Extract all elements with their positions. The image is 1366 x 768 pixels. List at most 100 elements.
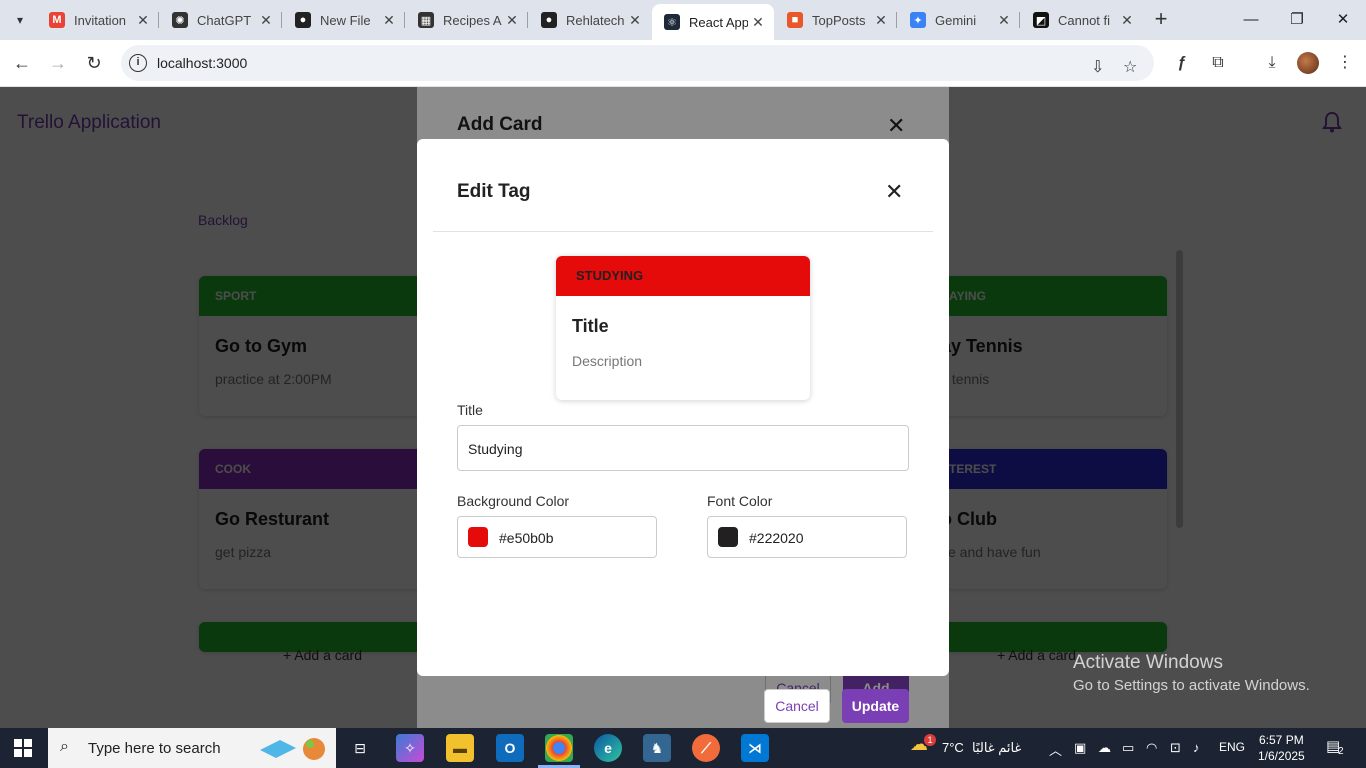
back-button[interactable]: ← [9, 50, 35, 76]
menu-kebab-icon[interactable]: ⋮ [1333, 51, 1357, 75]
tab-app[interactable]: ▦ Recipes A ✕ [406, 4, 528, 36]
url-text[interactable]: localhost:3000 [157, 55, 247, 71]
clock-time: 6:57 PM [1259, 733, 1304, 747]
weather-badge: 1 [924, 734, 936, 746]
preview-tag: STUDYING [556, 256, 810, 296]
tab-separator [281, 12, 282, 28]
edit-tag-modal-title: Edit Tag [457, 181, 531, 202]
window-close-icon[interactable]: ✕ [1328, 6, 1358, 34]
notion-icon: ◩ [1033, 12, 1049, 28]
tab-title: ChatGPT [197, 12, 252, 28]
update-button[interactable]: Update [842, 689, 909, 723]
tab-close-icon[interactable]: ✕ [871, 12, 891, 29]
tab-title: React App [689, 14, 748, 30]
tab-close-icon[interactable]: ✕ [748, 14, 768, 31]
tab-chatgpt[interactable]: ✺ ChatGPT ✕ [160, 4, 282, 36]
onedrive-icon[interactable]: ☁ [1098, 740, 1111, 756]
tab-search-chevron-icon[interactable]: ▾ [8, 8, 32, 32]
outlook-icon[interactable]: O [496, 734, 524, 762]
tab-gmail[interactable]: M Invitation ✕ [37, 4, 159, 36]
downloads-icon[interactable]: ⤓ [1260, 51, 1284, 75]
reload-button[interactable]: ↻ [81, 50, 107, 76]
minimize-icon[interactable]: — [1236, 6, 1266, 34]
edit-tag-modal: Edit Tag ✕ STUDYING Title Description Ti… [417, 139, 949, 723]
font-color-value[interactable]: #222020 [749, 530, 804, 546]
chevron-up-icon[interactable]: ︿ [1049, 740, 1062, 759]
windows-start-icon[interactable] [14, 739, 32, 757]
tab-separator [527, 12, 528, 28]
cancel-button[interactable]: Cancel [764, 689, 830, 723]
tab-separator [896, 12, 897, 28]
app-icon: ▦ [418, 12, 434, 28]
tab-close-icon[interactable]: ✕ [133, 12, 153, 29]
network-icon[interactable]: ⊡ [1170, 740, 1181, 756]
react-icon: ⚛ [664, 14, 680, 30]
wifi-icon[interactable]: ◠ [1146, 740, 1157, 756]
forward-button[interactable]: → [45, 50, 71, 76]
tab-github[interactable]: ● New File ✕ [283, 4, 405, 36]
meet-now-icon[interactable]: ▣ [1074, 740, 1086, 756]
tab-title: Invitation [74, 12, 127, 28]
tab-close-icon[interactable]: ✕ [502, 12, 522, 29]
postgres-icon[interactable]: ♞ [643, 734, 671, 762]
clock[interactable]: 6:57 PM 1/6/2025 [1258, 732, 1305, 764]
extension-f-icon[interactable]: ƒ [1170, 51, 1194, 75]
tab-close-icon[interactable]: ✕ [994, 12, 1014, 29]
font-color-swatch[interactable] [718, 527, 738, 547]
copilot-icon[interactable]: ✧ [396, 734, 424, 762]
profile-avatar[interactable] [1297, 52, 1319, 74]
tab-github[interactable]: ● Rehlatech ✕ [529, 4, 651, 36]
tab-notion[interactable]: ◩ Cannot fi ✕ [1021, 4, 1143, 36]
tab-separator [1019, 12, 1020, 28]
title-input[interactable]: Studying [457, 425, 909, 471]
tab-close-icon[interactable]: ✕ [625, 12, 645, 29]
tab-separator [404, 12, 405, 28]
tab-gemini[interactable]: ✦ Gemini ✕ [898, 4, 1020, 36]
tab-title: Gemini [935, 12, 977, 28]
taskbar: ⌕ Type here to search ⊟ ✧ ▬ O e ♞ ⟋ ⋊ ☁ … [0, 728, 1366, 768]
extensions-puzzle-icon[interactable]: ⧉ [1206, 51, 1230, 75]
preview-description: Description [572, 353, 643, 369]
weather-temp[interactable]: 7°C [942, 740, 964, 755]
github-icon: ● [295, 12, 311, 28]
site-info-icon[interactable]: i [129, 54, 147, 72]
bookmark-star-icon[interactable]: ☆ [1123, 57, 1137, 77]
taskbar-search-placeholder[interactable]: Type here to search [88, 740, 221, 757]
battery-icon[interactable]: ▭ [1122, 740, 1134, 756]
edge-icon[interactable]: e [594, 734, 622, 762]
weather-text[interactable]: غائم غالبًا [972, 740, 1021, 756]
background-color-swatch[interactable] [468, 527, 488, 547]
install-app-icon[interactable]: ⇩ [1091, 57, 1104, 77]
tab-close-icon[interactable]: ✕ [1117, 12, 1137, 29]
close-icon[interactable]: ✕ [885, 179, 903, 205]
title-input-value[interactable]: Studying [468, 441, 522, 457]
activate-windows-subtitle: Go to Settings to activate Windows. [1073, 677, 1310, 694]
task-view-icon[interactable]: ⊟ [346, 734, 374, 762]
tab-topposts[interactable]: ■ TopPosts ✕ [775, 4, 897, 36]
tab-close-icon[interactable]: ✕ [256, 12, 276, 29]
background-color-input[interactable]: #e50b0b [457, 516, 657, 558]
tag-preview-card: STUDYING Title Description [556, 256, 810, 400]
tab-title: New File [320, 12, 371, 28]
volume-icon[interactable]: ♪ [1193, 740, 1200, 755]
address-bar[interactable]: i localhost:3000 ⇩ ☆ [121, 45, 1154, 81]
title-field-label: Title [457, 402, 483, 418]
tab-react[interactable]: ⚛ React App ✕ [652, 4, 774, 40]
search-highlight-decoration-icon [260, 738, 325, 760]
browser-toolbar: ← → ↻ i localhost:3000 ⇩ ☆ ƒ ⧉ ⤓ ⋮ [0, 40, 1366, 87]
language-indicator[interactable]: ENG [1219, 740, 1245, 754]
github-icon: ● [541, 12, 557, 28]
background-color-value[interactable]: #e50b0b [499, 530, 554, 546]
postman-icon[interactable]: ⟋ [692, 734, 720, 762]
chrome-icon[interactable] [545, 734, 573, 762]
gmail-icon: M [49, 12, 65, 28]
background-color-label: Background Color [457, 493, 570, 509]
tab-close-icon[interactable]: ✕ [379, 12, 399, 29]
new-tab-button[interactable]: + [1150, 8, 1172, 30]
vscode-icon[interactable]: ⋊ [741, 734, 769, 762]
font-color-input[interactable]: #222020 [707, 516, 907, 558]
file-explorer-icon[interactable]: ▬ [446, 734, 474, 762]
restore-icon[interactable]: ❐ [1282, 6, 1312, 34]
font-color-label: Font Color [707, 493, 773, 509]
search-icon: ⌕ [60, 738, 69, 755]
